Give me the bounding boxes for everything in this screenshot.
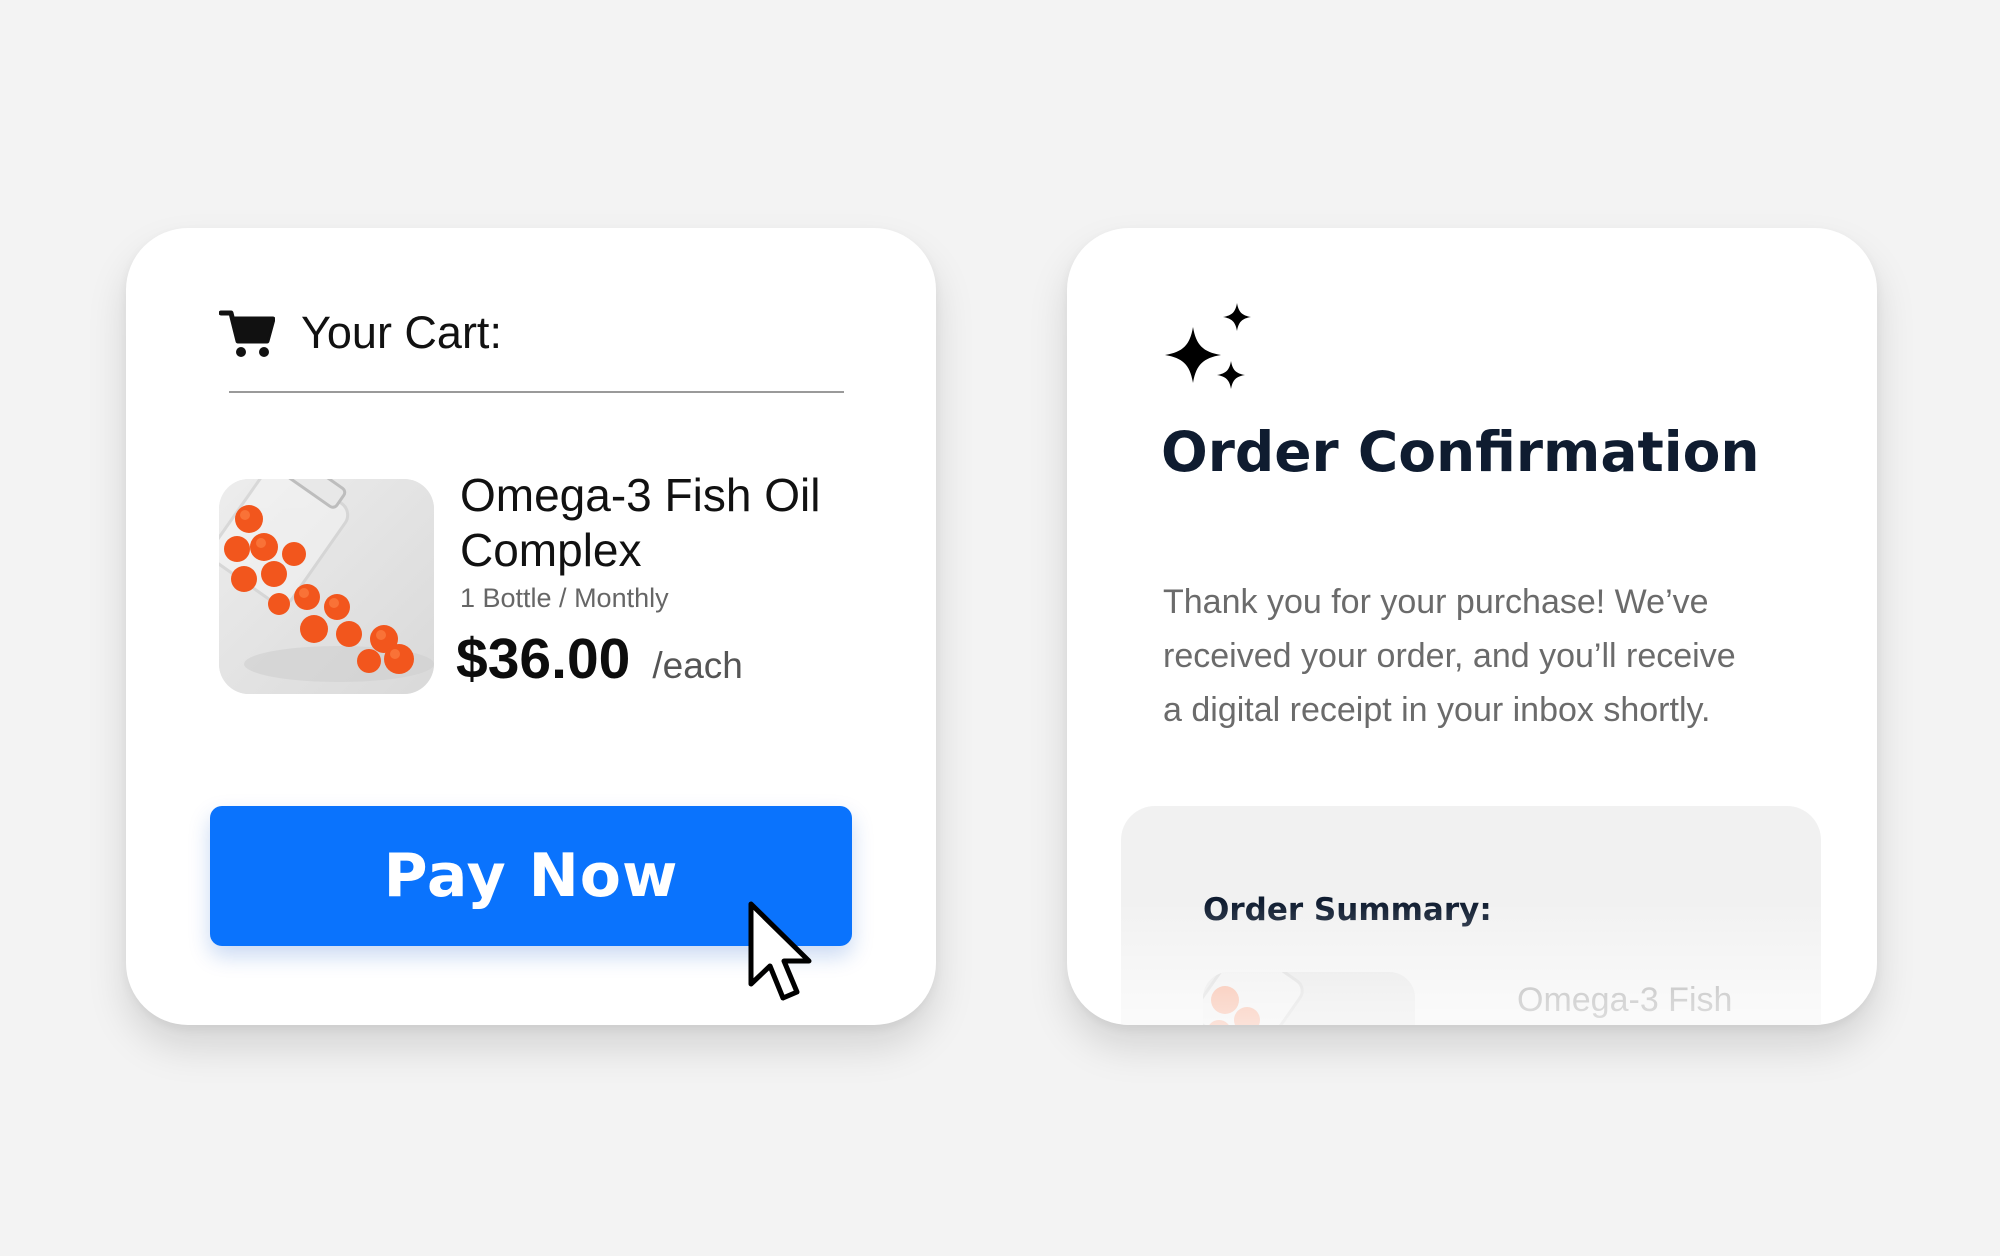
cart-title: Your Cart: <box>301 307 502 358</box>
order-confirmation-card: Order Confirmation Thank you for your pu… <box>1067 228 1877 1025</box>
cart-divider <box>229 391 844 393</box>
summary-item-name: Omega-3 Fish <box>1517 981 1733 1019</box>
price-unit: /each <box>652 645 743 686</box>
shopping-cart-icon <box>219 310 275 357</box>
sparkle-icon <box>1165 303 1251 389</box>
confirmation-title: Order Confirmation <box>1161 420 1760 484</box>
summary-product-thumbnail <box>1203 972 1415 1025</box>
product-name: Omega-3 Fish Oil Complex <box>460 469 821 576</box>
order-summary-title: Order Summary: <box>1203 892 1492 928</box>
price-row: $36.00 /each <box>456 626 743 692</box>
product-image <box>219 479 434 694</box>
cart-header: Your Cart: <box>219 298 502 368</box>
product-variant: 1 Bottle / Monthly <box>460 583 669 613</box>
gummy-jar-illustration <box>219 479 434 694</box>
product-price: $36.00 <box>456 627 631 691</box>
order-summary-panel: Order Summary: Omega-3 Fish <box>1121 806 1821 1025</box>
cart-card: Your Cart: Omega-3 Fish Oil Complex 1 Bo… <box>126 228 936 1025</box>
confirmation-message: Thank you for your purchase! We’ve recei… <box>1163 583 1736 729</box>
mouse-pointer-icon <box>748 901 812 1001</box>
